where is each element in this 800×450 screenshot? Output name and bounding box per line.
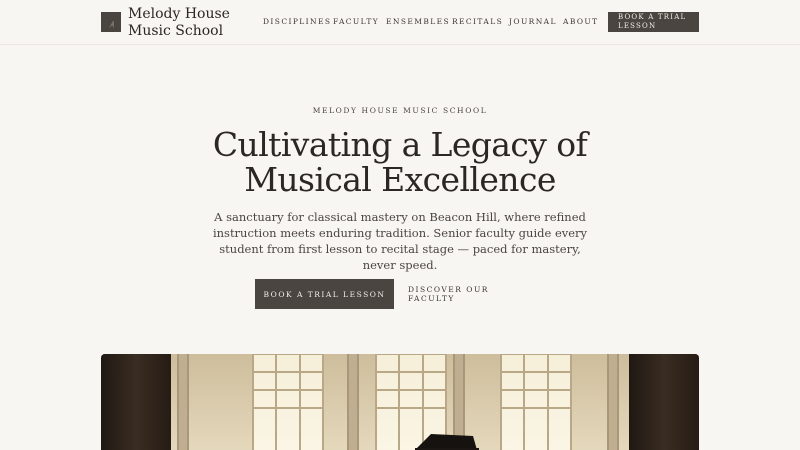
music-room-illustration (101, 354, 699, 450)
hero-headline: Cultivating a Legacy of Musical Excellen… (212, 125, 588, 199)
site-header: Melody House Music School DISCIPLINES FA… (0, 0, 800, 45)
brand-name[interactable]: Melody House Music School (128, 6, 248, 40)
hero-image-music-room (101, 354, 699, 450)
nav-item-disciplines[interactable]: DISCIPLINES (263, 17, 331, 26)
nav-item-recitals[interactable]: RECITALS (452, 17, 503, 26)
nav-item-about[interactable]: ABOUT (563, 17, 599, 26)
logo-mark[interactable] (101, 12, 121, 32)
nav-item-faculty[interactable]: FACULTY (333, 17, 379, 26)
nav-item-journal[interactable]: JOURNAL (509, 17, 557, 26)
hero-subtitle: A sanctuary for classical mastery on Bea… (212, 210, 588, 272)
discover-faculty-link[interactable]: DISCOVER OUR FACULTY (408, 279, 538, 309)
nav-item-ensembles[interactable]: ENSEMBLES (386, 17, 450, 26)
piano-icon (101, 12, 121, 32)
book-trial-button[interactable]: BOOK A TRIAL LESSON (255, 279, 394, 309)
book-trial-button-header[interactable]: BOOK A TRIAL LESSON (608, 12, 699, 32)
hero-eyebrow: MELODY HOUSE MUSIC SCHOOL (312, 106, 488, 115)
